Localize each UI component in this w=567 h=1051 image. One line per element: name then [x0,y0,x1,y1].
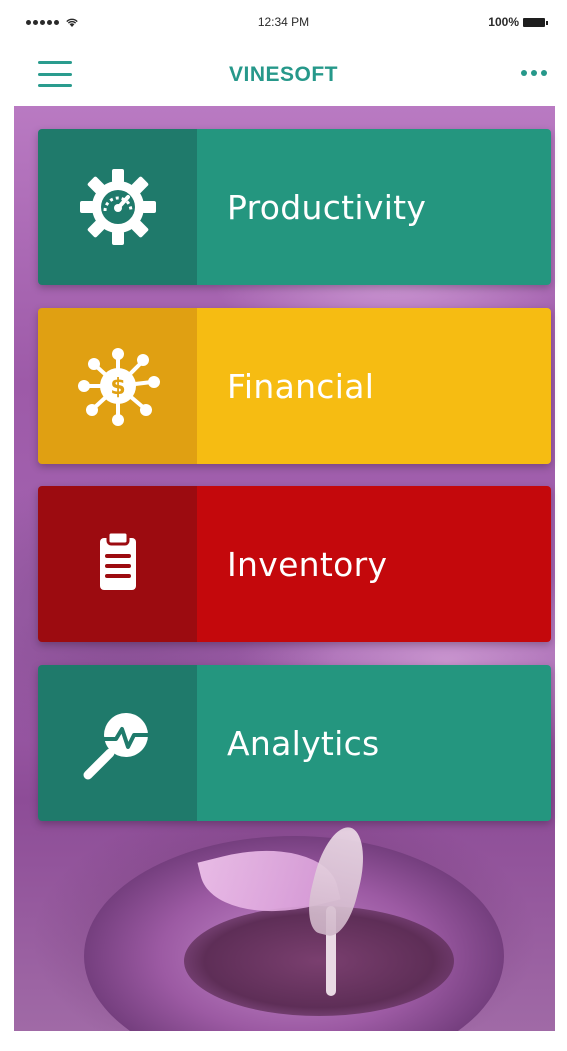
tile-label: Productivity [227,187,427,227]
battery-icon [523,17,548,27]
clipboard-icon [99,530,136,590]
tile-label: Financial [227,366,375,406]
magnifier-chart-icon [83,713,150,780]
tile-label: Analytics [227,723,380,763]
inventory-tile[interactable]: Inventory [38,486,551,642]
inventory-icon-box [38,486,197,642]
productivity-tile[interactable]: Productivity [38,129,551,285]
hamburger-menu-icon[interactable] [38,61,72,87]
analytics-icon-box [38,665,197,821]
battery-percent: 100% [488,15,519,29]
status-time: 12:34 PM [257,15,310,29]
financial-tile[interactable]: $ Financial [38,308,551,464]
signal-icon [26,19,59,25]
analytics-tile[interactable]: Analytics [38,665,551,821]
app-title: VINESOFT [228,63,338,86]
status-right: 100% [488,15,548,29]
wifi-icon [66,18,78,27]
inventory-label-box: Inventory [197,486,551,642]
productivity-label-box: Productivity [197,129,551,285]
gear-gauge-icon [79,169,156,245]
nav-bar: VINESOFT [0,44,567,106]
app-screen: 12:34 PM 100% VINESOFT Productivity $ Fi… [0,0,567,1051]
financial-icon-box: $ [38,308,197,464]
status-left [26,17,79,28]
more-options-icon[interactable] [521,70,547,76]
svg-text:$: $ [110,375,125,400]
financial-label-box: Financial [197,308,551,464]
analytics-label-box: Analytics [197,665,551,821]
productivity-icon-box [38,129,197,285]
money-network-icon: $ [77,348,160,426]
tile-label: Inventory [227,544,388,584]
status-bar: 12:34 PM 100% [0,0,567,44]
